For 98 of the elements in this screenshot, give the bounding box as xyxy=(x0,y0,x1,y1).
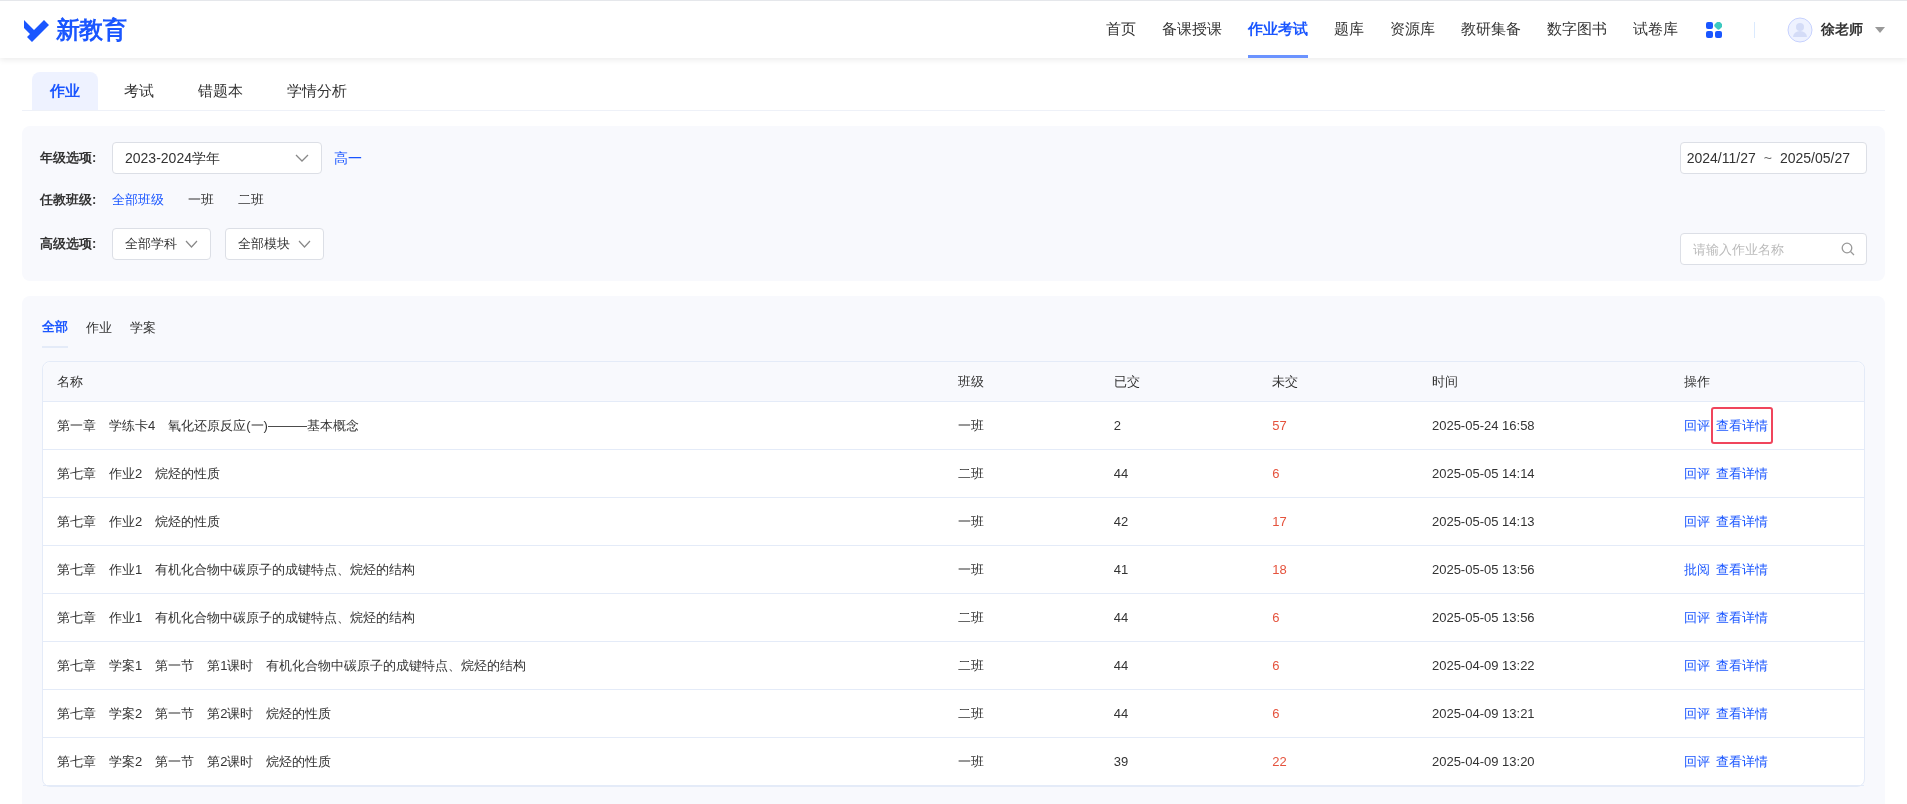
action-link[interactable]: 回评 xyxy=(1684,751,1711,772)
table-cell-text: 6 xyxy=(1272,704,1281,723)
action-link[interactable]: 批阅 xyxy=(1684,559,1711,580)
table-cell-text: 一班 xyxy=(958,512,985,531)
nav-link[interactable]: 资源库 xyxy=(1390,1,1435,58)
list-tab[interactable]: 全部 xyxy=(42,308,68,348)
table-cell-text: 二班 xyxy=(958,608,985,627)
nav-link[interactable]: 首页 xyxy=(1106,1,1136,58)
action-link[interactable]: 查看详情 xyxy=(1711,406,1774,445)
action-link[interactable]: 查看详情 xyxy=(1716,463,1769,484)
table-cell-text: 17 xyxy=(1272,512,1288,531)
table-cell-text: 2025-05-05 13:56 xyxy=(1431,608,1536,627)
logo-text: 新教育 xyxy=(56,14,127,45)
table-cell-text: 2 xyxy=(1113,416,1122,435)
grade-dropdown[interactable]: 2023-2024学年 xyxy=(112,142,322,174)
grade-link[interactable]: 高一 xyxy=(334,147,362,169)
column-header: 时间 xyxy=(1431,372,1459,391)
table-cell-text: 二班 xyxy=(958,464,985,483)
chevron-icon xyxy=(185,240,198,248)
table-cell-text: 2025-05-24 16:58 xyxy=(1431,416,1536,435)
table-cell-text: 6 xyxy=(1272,464,1281,483)
table-cell-text: 第一章 学练卡4 氧化还原反应(一)———基本概念 xyxy=(57,416,360,435)
action-link[interactable]: 回评 xyxy=(1684,415,1711,436)
date-range-field[interactable]: 2024/11/27 ~ 2025/05/27 xyxy=(1680,142,1867,174)
filter-label: 年级选项: xyxy=(40,149,98,168)
nav-link[interactable]: 作业考试 xyxy=(1248,1,1308,58)
nav-link[interactable]: 备课授课 xyxy=(1162,1,1222,58)
table-cell-text: 第七章 作业2 烷烃的性质 xyxy=(57,512,222,531)
table-cell-text: 二班 xyxy=(958,704,985,723)
table-cell-text: 2025-05-05 14:14 xyxy=(1431,464,1536,483)
table-cell-text: 第七章 作业2 烷烃的性质 xyxy=(57,464,222,483)
caret-icon[interactable] xyxy=(1875,26,1885,33)
chevron-icon xyxy=(295,154,309,162)
column-header: 未交 xyxy=(1272,372,1300,391)
filter-label: 任教班级: xyxy=(40,191,98,210)
table-cell-text: 2025-04-09 13:21 xyxy=(1431,704,1536,723)
class-option[interactable]: 一班 xyxy=(188,190,214,210)
table-cell-text: 第七章 学案2 第一节 第2课时 烷烃的性质 xyxy=(57,704,333,723)
table-cell-text: 2025-04-09 13:22 xyxy=(1431,656,1536,675)
table-cell-text: 44 xyxy=(1113,464,1130,483)
chevron-icon xyxy=(298,240,311,248)
action-link[interactable]: 查看详情 xyxy=(1716,607,1769,628)
class-option[interactable]: 二班 xyxy=(238,190,264,210)
filter-dropdown[interactable]: 全部学科 xyxy=(112,228,211,260)
column-header: 班级 xyxy=(958,372,985,391)
table-cell-text: 41 xyxy=(1113,560,1130,579)
table-cell-text: 第七章 学案2 第一节 第2课时 烷烃的性质 xyxy=(57,752,333,771)
search-field[interactable]: 请输入作业名称 xyxy=(1680,233,1867,265)
nav-link[interactable]: 教研集备 xyxy=(1461,1,1521,58)
table-cell-text: 第七章 作业1 有机化合物中碳原子的成键特点、烷烃的结构 xyxy=(57,608,417,627)
table-cell-text: 2025-05-05 13:56 xyxy=(1431,560,1536,579)
table-cell-text: 6 xyxy=(1272,608,1281,627)
tab[interactable]: 作业 xyxy=(32,72,98,110)
column-header: 操作 xyxy=(1684,372,1712,391)
table-cell-text: 2025-04-09 13:20 xyxy=(1431,752,1536,771)
action-link[interactable]: 回评 xyxy=(1684,463,1711,484)
action-link[interactable]: 查看详情 xyxy=(1716,511,1769,532)
table-cell-text: 一班 xyxy=(958,752,985,771)
table-cell-text: 一班 xyxy=(958,416,985,435)
table-cell-text: 第七章 学案1 第一节 第1课时 有机化合物中碳原子的成键特点、烷烃的结构 xyxy=(57,656,528,675)
table-cell-text: 第七章 作业1 有机化合物中碳原子的成键特点、烷烃的结构 xyxy=(57,560,417,579)
search-icon xyxy=(1841,242,1855,256)
nav-link[interactable]: 试卷库 xyxy=(1633,1,1678,58)
class-option[interactable]: 全部班级 xyxy=(112,190,164,210)
table-cell-text: 2025-05-05 14:13 xyxy=(1431,512,1536,531)
nav-link[interactable]: 题库 xyxy=(1334,1,1364,58)
table-cell-text: 44 xyxy=(1113,608,1130,627)
list-tab[interactable]: 作业 xyxy=(86,308,112,348)
tab[interactable]: 考试 xyxy=(106,72,172,110)
action-link[interactable]: 回评 xyxy=(1684,655,1711,676)
action-link[interactable]: 查看详情 xyxy=(1716,751,1769,772)
column-header: 已交 xyxy=(1113,372,1141,391)
table-cell-text: 44 xyxy=(1113,704,1130,723)
table-cell-text: 一班 xyxy=(958,560,985,579)
nav-link[interactable]: 数字图书 xyxy=(1547,1,1607,58)
list-tab[interactable]: 学案 xyxy=(130,308,156,348)
filter-label: 高级选项: xyxy=(40,235,98,254)
apps-icon[interactable] xyxy=(1706,21,1722,38)
table-cell-text: 39 xyxy=(1113,752,1130,771)
table-cell-text: 22 xyxy=(1272,752,1288,771)
tab[interactable]: 学情分析 xyxy=(269,72,365,110)
table-cell-text: 6 xyxy=(1272,656,1281,675)
tab[interactable]: 错题本 xyxy=(180,72,261,110)
action-link[interactable]: 回评 xyxy=(1684,511,1711,532)
table-cell-text: 57 xyxy=(1272,416,1288,435)
action-link[interactable]: 查看详情 xyxy=(1716,703,1769,724)
table-cell-text: 18 xyxy=(1272,560,1288,579)
avatar-icon[interactable] xyxy=(1787,16,1813,43)
filter-dropdown[interactable]: 全部模块 xyxy=(225,228,324,260)
column-header: 名称 xyxy=(57,372,84,391)
action-link[interactable]: 查看详情 xyxy=(1716,655,1769,676)
action-link[interactable]: 回评 xyxy=(1684,607,1711,628)
action-link[interactable]: 回评 xyxy=(1684,703,1711,724)
table-cell-text: 二班 xyxy=(958,656,985,675)
action-link[interactable]: 查看详情 xyxy=(1716,559,1769,580)
table-cell-text: 44 xyxy=(1113,656,1130,675)
table-cell-text: 42 xyxy=(1113,512,1130,531)
user-name[interactable]: 徐老师 xyxy=(1821,19,1863,40)
